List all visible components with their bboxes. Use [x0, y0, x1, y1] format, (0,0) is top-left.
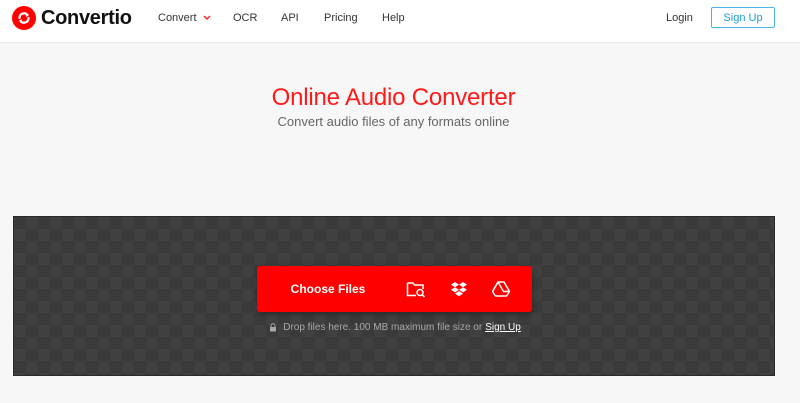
page-subtitle: Convert audio files of any formats onlin… — [277, 114, 510, 129]
signup-button[interactable]: Sign Up — [711, 7, 775, 28]
nav-api[interactable]: API — [281, 11, 299, 25]
nav-convert[interactable]: Convert — [158, 11, 211, 25]
drop-hint-text: Drop files here. 100 MB maximum file siz… — [283, 322, 483, 333]
page-title: Online Audio Converter — [271, 84, 516, 111]
convertio-logo-icon — [12, 6, 36, 30]
nav-pricing[interactable]: Pricing — [324, 11, 358, 25]
choose-files-bar: Choose Files — [257, 266, 532, 312]
choose-files-button[interactable]: Choose Files — [257, 266, 399, 312]
file-drop-zone[interactable]: Choose Files Drop files here. 100 MB max… — [13, 216, 775, 376]
chevron-down-icon — [203, 15, 211, 21]
google-drive-icon[interactable] — [488, 276, 514, 302]
top-header: Convertio Convert OCR API Pricing Help L… — [0, 0, 800, 43]
drop-hint: Drop files here. 100 MB maximum file siz… — [14, 322, 776, 333]
hint-signup-link[interactable]: Sign Up — [485, 322, 521, 333]
login-link[interactable]: Login — [666, 11, 693, 25]
convertio-logo[interactable]: Convertio — [12, 5, 132, 31]
lock-icon — [269, 323, 277, 332]
folder-search-icon[interactable] — [403, 276, 429, 302]
nav-ocr[interactable]: OCR — [233, 11, 257, 25]
nav-convert-label: Convert — [158, 12, 197, 24]
dropbox-icon[interactable] — [446, 276, 472, 302]
brand-name: Convertio — [41, 6, 132, 29]
nav-help[interactable]: Help — [382, 11, 405, 25]
